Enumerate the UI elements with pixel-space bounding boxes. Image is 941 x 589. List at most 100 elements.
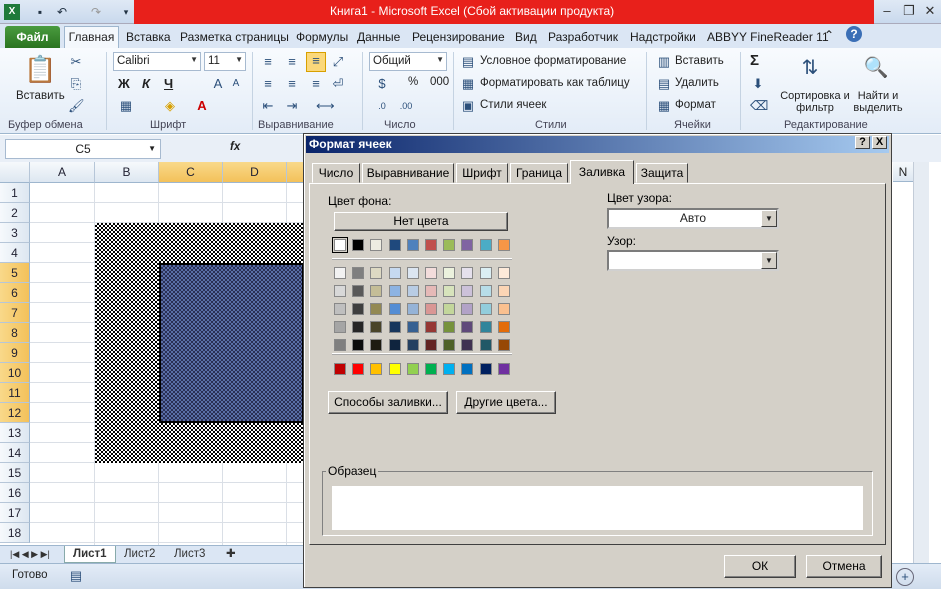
color-swatch-tint[interactable]	[370, 303, 383, 315]
format-table-icon[interactable]: ▦	[460, 76, 476, 92]
row-header-14[interactable]: 14	[0, 443, 30, 463]
tab-abbyy[interactable]: ABBYY FineReader 11	[707, 30, 829, 44]
row-header-12[interactable]: 12	[0, 403, 30, 423]
color-swatch-tint[interactable]	[479, 339, 492, 351]
redo-icon[interactable]: ↷	[88, 4, 104, 20]
row-header-7[interactable]: 7	[0, 303, 30, 323]
grow-font-icon[interactable]: A	[210, 76, 226, 92]
row-header-16[interactable]: 16	[0, 483, 30, 503]
color-swatch-tint[interactable]	[370, 321, 383, 333]
color-swatch-tint[interactable]	[443, 339, 456, 351]
color-swatch-theme[interactable]	[388, 239, 401, 251]
color-swatch-standard[interactable]	[370, 363, 383, 375]
restore-icon[interactable]: ❐	[898, 2, 920, 20]
format-as-table-button[interactable]: Форматировать как таблицу	[480, 77, 630, 89]
tab-number[interactable]: Число	[312, 163, 360, 183]
color-swatch-tint[interactable]	[425, 339, 437, 351]
color-swatch-theme[interactable]	[425, 239, 437, 251]
color-swatch-standard[interactable]	[425, 363, 437, 375]
row-header-8[interactable]: 8	[0, 323, 30, 343]
binoculars-icon[interactable]: 🔍	[862, 54, 890, 82]
italic-button[interactable]: К	[142, 76, 150, 91]
color-swatch-tint[interactable]	[406, 321, 419, 333]
merge-cells-icon[interactable]: ⟷	[316, 98, 335, 114]
font-color-icon[interactable]: A	[194, 98, 210, 114]
fill-down-icon[interactable]: ⬇	[750, 76, 766, 92]
color-swatch-tint[interactable]	[479, 267, 492, 279]
color-swatch-tint[interactable]	[352, 303, 365, 315]
color-swatch-theme[interactable]	[406, 239, 419, 251]
color-swatch-tint[interactable]	[388, 303, 401, 315]
align-middle-icon[interactable]: ≡	[284, 54, 300, 70]
color-swatch-tint[interactable]	[497, 303, 510, 315]
tab-formulas[interactable]: Формулы	[296, 30, 348, 44]
dialog-close-button[interactable]: X	[872, 136, 887, 149]
autosum-button[interactable]: Σ	[750, 52, 759, 69]
color-swatch-tint[interactable]	[479, 303, 492, 315]
color-swatch-tint[interactable]	[497, 321, 510, 333]
tab-addins[interactable]: Надстройки	[630, 30, 696, 44]
color-swatch-tint[interactable]	[443, 267, 456, 279]
color-swatch-tint[interactable]	[334, 321, 346, 333]
row-header-2[interactable]: 2	[0, 203, 30, 223]
more-colors-button[interactable]: Другие цвета...	[456, 391, 556, 414]
color-swatch-tint[interactable]	[425, 321, 437, 333]
tab-alignment[interactable]: Выравнивание	[362, 163, 454, 183]
align-center-icon[interactable]: ≡	[284, 76, 300, 92]
insert-cells-button[interactable]: Вставить	[675, 55, 724, 67]
sheet-nav-first-icon[interactable]: |◀ ◀ ▶ ▶|	[2, 546, 58, 563]
orientation-icon[interactable]: ⤢	[330, 54, 346, 70]
color-swatch-tint[interactable]	[425, 285, 437, 297]
ok-button[interactable]: ОК	[724, 555, 796, 578]
clear-icon[interactable]: ⌫	[750, 98, 768, 114]
conditional-format-icon[interactable]: ▤	[460, 54, 476, 70]
thousands-button[interactable]: 000	[430, 76, 449, 88]
color-swatch-tint[interactable]	[461, 267, 474, 279]
format-cells-button[interactable]: Формат	[675, 99, 716, 111]
ribbon-collapse-icon[interactable]: ⌃	[824, 28, 834, 42]
color-swatch-tint[interactable]	[352, 267, 365, 279]
sheet-tab-3[interactable]: Лист3	[166, 546, 213, 563]
column-header-a[interactable]: A	[30, 162, 95, 183]
color-swatch-tint[interactable]	[461, 303, 474, 315]
decrease-indent-icon[interactable]: ⇤	[260, 98, 276, 114]
color-swatch-tint[interactable]	[388, 321, 401, 333]
paste-icon[interactable]: 📋	[24, 54, 56, 84]
tab-protection[interactable]: Защита	[636, 163, 688, 183]
close-window-icon[interactable]: ✕	[919, 2, 941, 20]
color-swatch-tint[interactable]	[461, 285, 474, 297]
color-swatch-tint[interactable]	[497, 339, 510, 351]
save-icon[interactable]: ▪	[32, 4, 48, 20]
align-top-icon[interactable]: ≡	[260, 54, 276, 70]
color-swatch-theme[interactable]	[332, 237, 348, 253]
column-header-b[interactable]: B	[95, 162, 159, 183]
insert-function-button[interactable]: fx	[230, 141, 240, 153]
increase-indent-icon[interactable]: ⇥	[284, 98, 300, 114]
row-header-6[interactable]: 6	[0, 283, 30, 303]
color-swatch-tint[interactable]	[443, 321, 456, 333]
color-swatch-tint[interactable]	[352, 285, 365, 297]
tab-data[interactable]: Данные	[357, 30, 400, 44]
row-header-3[interactable]: 3	[0, 223, 30, 243]
underline-button[interactable]: Ч	[164, 76, 173, 91]
column-header-c[interactable]: C	[159, 162, 223, 183]
number-format-combo[interactable]: Общий ▼	[369, 52, 447, 71]
color-swatch-standard[interactable]	[497, 363, 510, 375]
color-swatch-standard[interactable]	[334, 363, 346, 375]
find-select-button[interactable]: Найти и выделить	[848, 90, 908, 114]
color-swatch-theme[interactable]	[443, 239, 456, 251]
pattern-color-combo[interactable]: Авто ▼	[607, 208, 779, 229]
column-header-n[interactable]: N	[893, 162, 913, 182]
align-right-icon[interactable]: ≡	[308, 76, 324, 92]
color-swatch-tint[interactable]	[479, 285, 492, 297]
color-swatch-standard[interactable]	[406, 363, 419, 375]
color-swatch-theme[interactable]	[479, 239, 492, 251]
color-swatch-tint[interactable]	[479, 321, 492, 333]
color-swatch-tint[interactable]	[425, 303, 437, 315]
vertical-scrollbar[interactable]	[913, 162, 929, 563]
bold-button[interactable]: Ж	[118, 76, 130, 91]
color-swatch-tint[interactable]	[497, 267, 510, 279]
new-sheet-icon[interactable]: ✚	[218, 546, 244, 563]
qat-customize-icon[interactable]: ▾	[118, 4, 134, 20]
conditional-format-button[interactable]: Условное форматирование	[480, 55, 626, 67]
